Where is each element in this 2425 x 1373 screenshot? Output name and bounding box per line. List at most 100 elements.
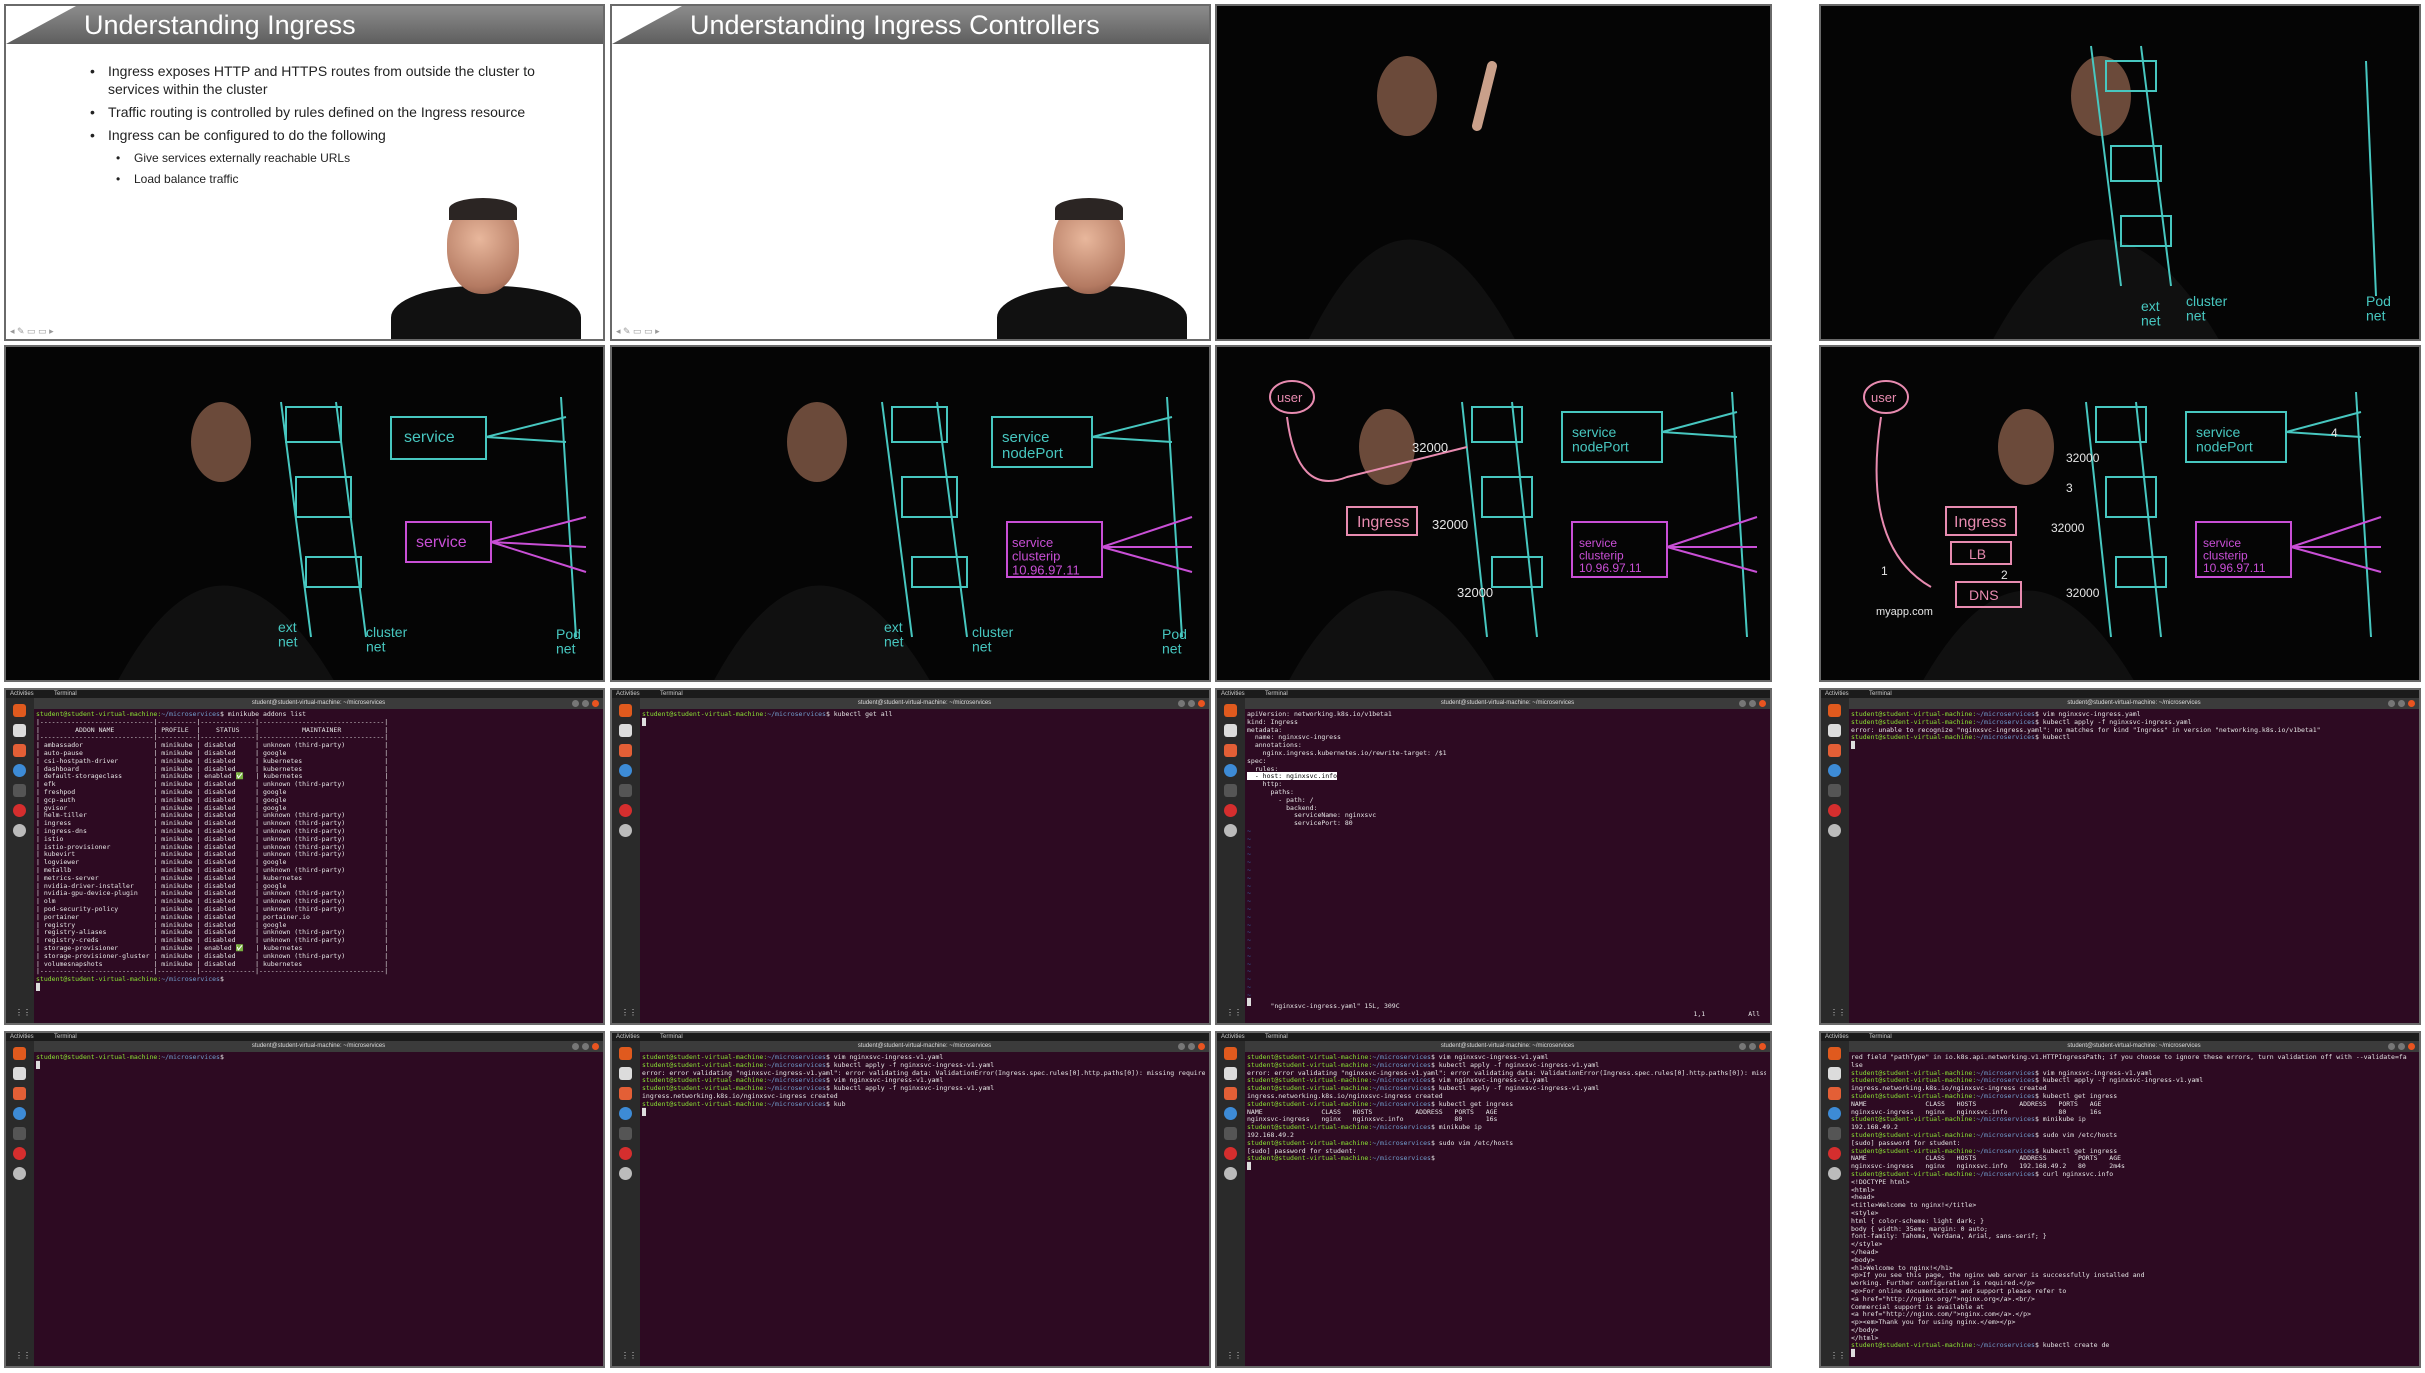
files-icon[interactable] bbox=[1828, 1067, 1841, 1080]
activities-label[interactable]: Activities bbox=[10, 690, 34, 698]
help-icon[interactable] bbox=[1224, 1107, 1237, 1120]
minimize-button[interactable] bbox=[1178, 700, 1185, 707]
firefox-icon[interactable] bbox=[1224, 704, 1237, 717]
app-grid-icon[interactable]: ⋮⋮ bbox=[1226, 1351, 1242, 1360]
minimize-button[interactable] bbox=[572, 700, 579, 707]
whiteboard-thumbnail[interactable]: service nodePort service clusterip 10.96.97… bbox=[610, 345, 1211, 682]
update-icon[interactable] bbox=[619, 804, 632, 817]
app-grid-icon[interactable]: ⋮⋮ bbox=[621, 1351, 637, 1360]
update-icon[interactable] bbox=[1828, 1147, 1841, 1160]
app-menu-label[interactable]: Terminal bbox=[1265, 690, 1288, 698]
close-button[interactable] bbox=[2408, 1043, 2415, 1050]
software-icon[interactable] bbox=[13, 744, 26, 757]
slide-thumbnail[interactable]: Understanding Ingress Controllers ◂ ✎ ▭ … bbox=[610, 4, 1211, 341]
files-icon[interactable] bbox=[13, 724, 26, 737]
files-icon[interactable] bbox=[1224, 1067, 1237, 1080]
minimize-button[interactable] bbox=[2388, 1043, 2395, 1050]
maximize-button[interactable] bbox=[582, 700, 589, 707]
update-icon[interactable] bbox=[1224, 1147, 1237, 1160]
terminal-icon[interactable] bbox=[1828, 784, 1841, 797]
help-icon[interactable] bbox=[13, 1107, 26, 1120]
terminal-output[interactable]: student@student-virtual-machine:~/micros… bbox=[642, 1054, 1205, 1364]
terminal-icon[interactable] bbox=[13, 784, 26, 797]
whiteboard-thumbnail[interactable]: user Ingress 32000 32000 32000 service no… bbox=[1215, 345, 1772, 682]
maximize-button[interactable] bbox=[1749, 700, 1756, 707]
disc-icon[interactable] bbox=[1224, 1167, 1237, 1180]
terminal-output[interactable]: apiVersion: networking.k8s.io/v1beta1 kin… bbox=[1247, 711, 1766, 1021]
help-icon[interactable] bbox=[13, 764, 26, 777]
whiteboard-thumbnail[interactable]: service service ext net cluster net Pod net bbox=[4, 345, 605, 682]
update-icon[interactable] bbox=[1224, 804, 1237, 817]
app-grid-icon[interactable]: ⋮⋮ bbox=[1830, 1008, 1846, 1017]
activities-label[interactable]: Activities bbox=[616, 1033, 640, 1041]
close-button[interactable] bbox=[1198, 700, 1205, 707]
app-grid-icon[interactable]: ⋮⋮ bbox=[15, 1351, 31, 1360]
disc-icon[interactable] bbox=[1828, 824, 1841, 837]
app-menu-label[interactable]: Terminal bbox=[660, 1033, 683, 1041]
terminal-output[interactable]: student@student-virtual-machine:~/micros… bbox=[642, 711, 1205, 1021]
whiteboard-thumbnail[interactable]: ext net cluster net Pod net bbox=[1819, 4, 2421, 341]
update-icon[interactable] bbox=[619, 1147, 632, 1160]
help-icon[interactable] bbox=[1224, 764, 1237, 777]
help-icon[interactable] bbox=[1828, 1107, 1841, 1120]
minimize-button[interactable] bbox=[572, 1043, 579, 1050]
terminal-icon[interactable] bbox=[13, 1127, 26, 1140]
slide-controls-icon[interactable]: ◂ ✎ ▭ ▭ ▸ bbox=[10, 326, 54, 337]
maximize-button[interactable] bbox=[1188, 700, 1195, 707]
activities-label[interactable]: Activities bbox=[10, 1033, 34, 1041]
app-grid-icon[interactable]: ⋮⋮ bbox=[621, 1008, 637, 1017]
disc-icon[interactable] bbox=[13, 1167, 26, 1180]
activities-label[interactable]: Activities bbox=[1221, 690, 1245, 698]
minimize-button[interactable] bbox=[1739, 1043, 1746, 1050]
app-menu-label[interactable]: Terminal bbox=[1265, 1033, 1288, 1041]
terminal-output[interactable]: student@student-virtual-machine:~/micros… bbox=[36, 1054, 599, 1364]
disc-icon[interactable] bbox=[1224, 824, 1237, 837]
close-button[interactable] bbox=[1759, 1043, 1766, 1050]
minimize-button[interactable] bbox=[1739, 700, 1746, 707]
files-icon[interactable] bbox=[1224, 724, 1237, 737]
software-icon[interactable] bbox=[1828, 1087, 1841, 1100]
firefox-icon[interactable] bbox=[1828, 1047, 1841, 1060]
maximize-button[interactable] bbox=[2398, 700, 2405, 707]
update-icon[interactable] bbox=[13, 1147, 26, 1160]
terminal-window[interactable]: Activities Terminal ⋮⋮ student@student-v… bbox=[610, 1031, 1211, 1368]
activities-label[interactable]: Activities bbox=[616, 690, 640, 698]
terminal-window[interactable]: Activities Terminal ⋮⋮ student@student-v… bbox=[610, 688, 1211, 1025]
firefox-icon[interactable] bbox=[1224, 1047, 1237, 1060]
minimize-button[interactable] bbox=[1178, 1043, 1185, 1050]
whiteboard-thumbnail[interactable] bbox=[1215, 4, 1772, 341]
software-icon[interactable] bbox=[13, 1087, 26, 1100]
software-icon[interactable] bbox=[1828, 744, 1841, 757]
terminal-output[interactable]: student@student-virtual-machine:~/micros… bbox=[1851, 711, 2415, 1021]
software-icon[interactable] bbox=[1224, 744, 1237, 757]
app-menu-label[interactable]: Terminal bbox=[54, 690, 77, 698]
maximize-button[interactable] bbox=[2398, 1043, 2405, 1050]
files-icon[interactable] bbox=[619, 724, 632, 737]
app-menu-label[interactable]: Terminal bbox=[54, 1033, 77, 1041]
software-icon[interactable] bbox=[1224, 1087, 1237, 1100]
disc-icon[interactable] bbox=[619, 1167, 632, 1180]
update-icon[interactable] bbox=[13, 804, 26, 817]
firefox-icon[interactable] bbox=[1828, 704, 1841, 717]
disc-icon[interactable] bbox=[13, 824, 26, 837]
disc-icon[interactable] bbox=[1828, 1167, 1841, 1180]
terminal-output[interactable]: student@student-virtual-machine:~/micros… bbox=[36, 711, 599, 1021]
files-icon[interactable] bbox=[13, 1067, 26, 1080]
terminal-icon[interactable] bbox=[1224, 784, 1237, 797]
app-menu-label[interactable]: Terminal bbox=[660, 690, 683, 698]
whiteboard-thumbnail[interactable]: user Ingress LB DNS myapp.com 1 2 3 4 32… bbox=[1819, 345, 2421, 682]
slide-thumbnail[interactable]: Understanding Ingress Ingress exposes HT… bbox=[4, 4, 605, 341]
close-button[interactable] bbox=[592, 1043, 599, 1050]
terminal-icon[interactable] bbox=[1828, 1127, 1841, 1140]
update-icon[interactable] bbox=[1828, 804, 1841, 817]
activities-label[interactable]: Activities bbox=[1221, 1033, 1245, 1041]
help-icon[interactable] bbox=[619, 1107, 632, 1120]
firefox-icon[interactable] bbox=[619, 704, 632, 717]
minimize-button[interactable] bbox=[2388, 700, 2395, 707]
close-button[interactable] bbox=[2408, 700, 2415, 707]
terminal-window[interactable]: Activities Terminal ⋮⋮ student@student-v… bbox=[4, 1031, 605, 1368]
help-icon[interactable] bbox=[1828, 764, 1841, 777]
terminal-window[interactable]: Activities Terminal ⋮⋮ student@student-v… bbox=[1215, 1031, 1772, 1368]
firefox-icon[interactable] bbox=[13, 704, 26, 717]
terminal-window[interactable]: Activities Terminal ⋮⋮ student@student-v… bbox=[1819, 688, 2421, 1025]
